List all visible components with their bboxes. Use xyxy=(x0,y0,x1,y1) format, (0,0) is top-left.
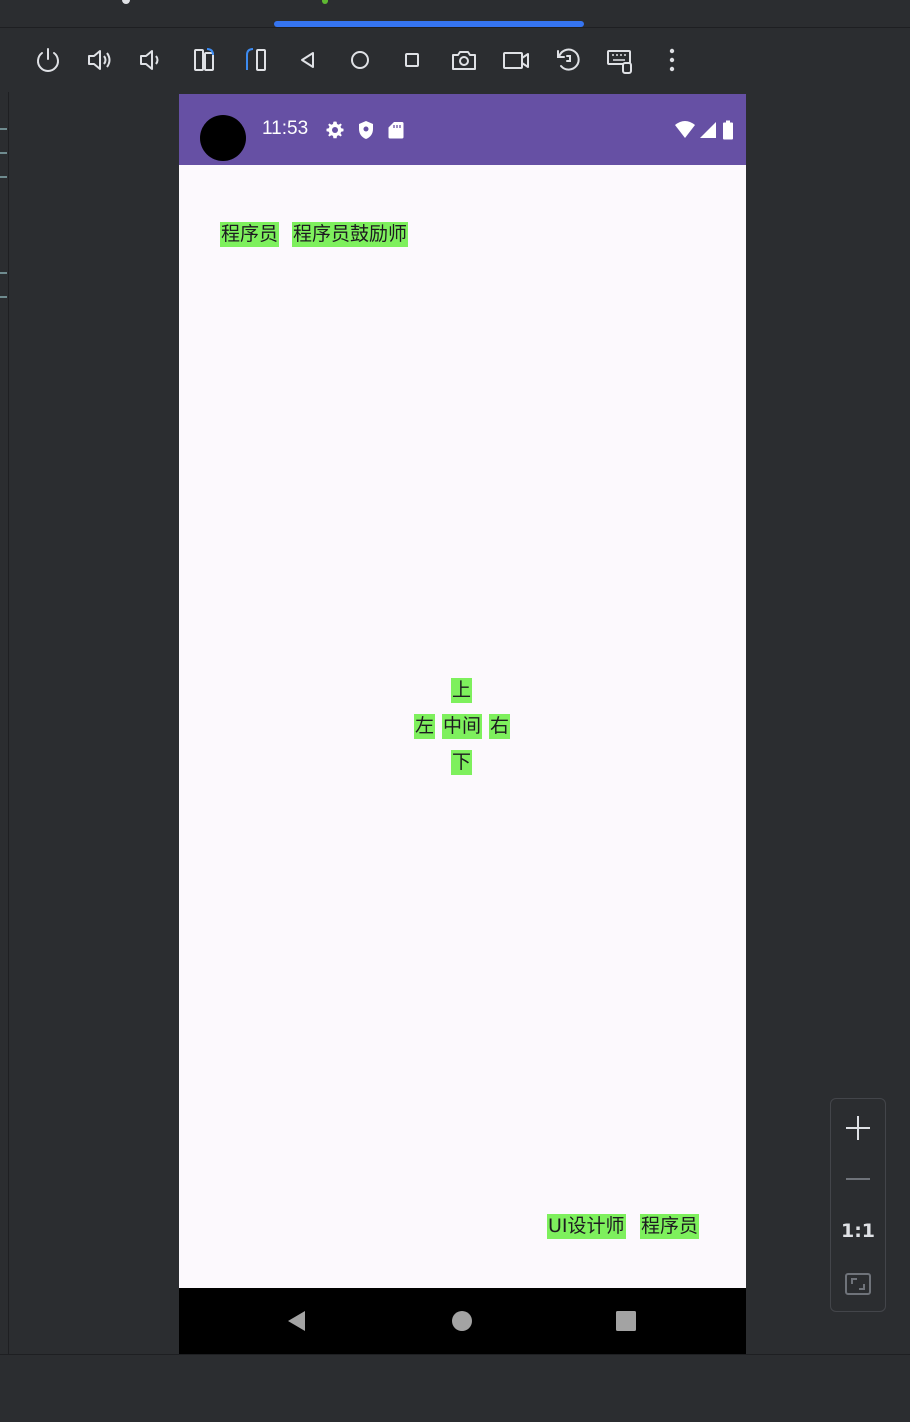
bottom-right-label-programmer: 程序员 xyxy=(640,1214,700,1239)
back-triangle-icon[interactable] xyxy=(284,1308,310,1334)
top-left-label-programmer: 程序员 xyxy=(220,222,280,247)
cross-center-label: 中间 xyxy=(442,714,483,739)
power-icon xyxy=(37,48,59,72)
volume-up-button[interactable] xyxy=(74,34,126,86)
overview-button[interactable] xyxy=(386,34,438,86)
zoom-panel: 1:1 xyxy=(830,1098,886,1312)
cross-left-label: 左 xyxy=(414,714,436,739)
wifi-icon xyxy=(675,121,695,138)
zoom-in-button[interactable] xyxy=(831,1103,885,1153)
volume-down-icon xyxy=(140,50,159,70)
volume-down-button[interactable] xyxy=(126,34,178,86)
rotate-left-icon xyxy=(194,48,214,71)
keyboard-icon xyxy=(607,50,632,74)
home-icon xyxy=(351,51,369,69)
rotate-right-button[interactable] xyxy=(230,34,282,86)
fit-screen-button[interactable] xyxy=(831,1259,885,1309)
top-status-dot-white xyxy=(122,0,130,4)
cross-bottom-label: 下 xyxy=(451,750,473,775)
bottom-right-label-ui-designer: UI设计师 xyxy=(547,1214,626,1239)
cross-top-label: 上 xyxy=(451,678,473,703)
rail-marker xyxy=(0,176,7,178)
snapshot-restore-button[interactable] xyxy=(542,34,594,86)
rail-marker xyxy=(0,296,7,298)
power-button[interactable] xyxy=(22,34,74,86)
back-button[interactable] xyxy=(282,34,334,86)
minus-icon xyxy=(846,1178,870,1180)
more-vertical-icon xyxy=(669,48,675,72)
snapshot-restore-icon xyxy=(557,48,580,71)
rail-marker xyxy=(0,128,7,130)
actual-size-button[interactable]: 1:1 xyxy=(831,1206,885,1256)
sd-card-icon xyxy=(388,122,404,139)
screenshot-button[interactable] xyxy=(438,34,490,86)
top-strip xyxy=(0,0,910,28)
back-icon xyxy=(301,52,314,68)
recents-square-icon[interactable] xyxy=(613,1308,639,1334)
rotate-right-icon xyxy=(246,48,266,71)
top-left-label-encourager: 程序员鼓励师 xyxy=(292,222,409,247)
cross-right-label: 右 xyxy=(489,714,511,739)
screenshot-icon xyxy=(452,51,476,70)
camera-cutout xyxy=(200,115,246,161)
home-button[interactable] xyxy=(334,34,386,86)
more-options-button[interactable] xyxy=(646,34,698,86)
home-circle-icon[interactable] xyxy=(449,1308,475,1334)
actual-size-label: 1:1 xyxy=(840,1220,876,1242)
navigation-bar xyxy=(179,1288,746,1354)
screen-record-button[interactable] xyxy=(490,34,542,86)
status-time: 11:53 xyxy=(262,118,309,139)
fit-screen-icon xyxy=(845,1273,871,1295)
keyboard-button[interactable] xyxy=(594,34,646,86)
rail-marker xyxy=(0,272,7,274)
left-rail xyxy=(0,92,9,1354)
volume-up-icon xyxy=(88,50,111,70)
settings-icon xyxy=(326,121,344,139)
selected-tab-indicator xyxy=(274,21,584,27)
battery-icon xyxy=(723,120,733,140)
top-status-dot-green xyxy=(322,0,328,4)
plus-icon xyxy=(846,1116,870,1140)
screen-record-icon xyxy=(503,52,529,69)
bottom-status-strip xyxy=(0,1354,910,1422)
rotate-left-button[interactable] xyxy=(178,34,230,86)
signal-icon xyxy=(700,122,716,138)
device-screen[interactable]: 11:53 程序员 程序员鼓励师 上 左 中间 右 下 UI设计师 程序员 xyxy=(179,94,746,1354)
rail-marker xyxy=(0,152,7,154)
status-bar: 11:53 xyxy=(179,94,746,165)
overview-icon xyxy=(405,53,419,67)
emulator-toolbar xyxy=(0,28,910,92)
shield-icon xyxy=(359,121,373,139)
zoom-out-button[interactable] xyxy=(831,1154,885,1204)
app-content: 程序员 程序员鼓励师 上 左 中间 右 下 UI设计师 程序员 xyxy=(179,165,746,1288)
